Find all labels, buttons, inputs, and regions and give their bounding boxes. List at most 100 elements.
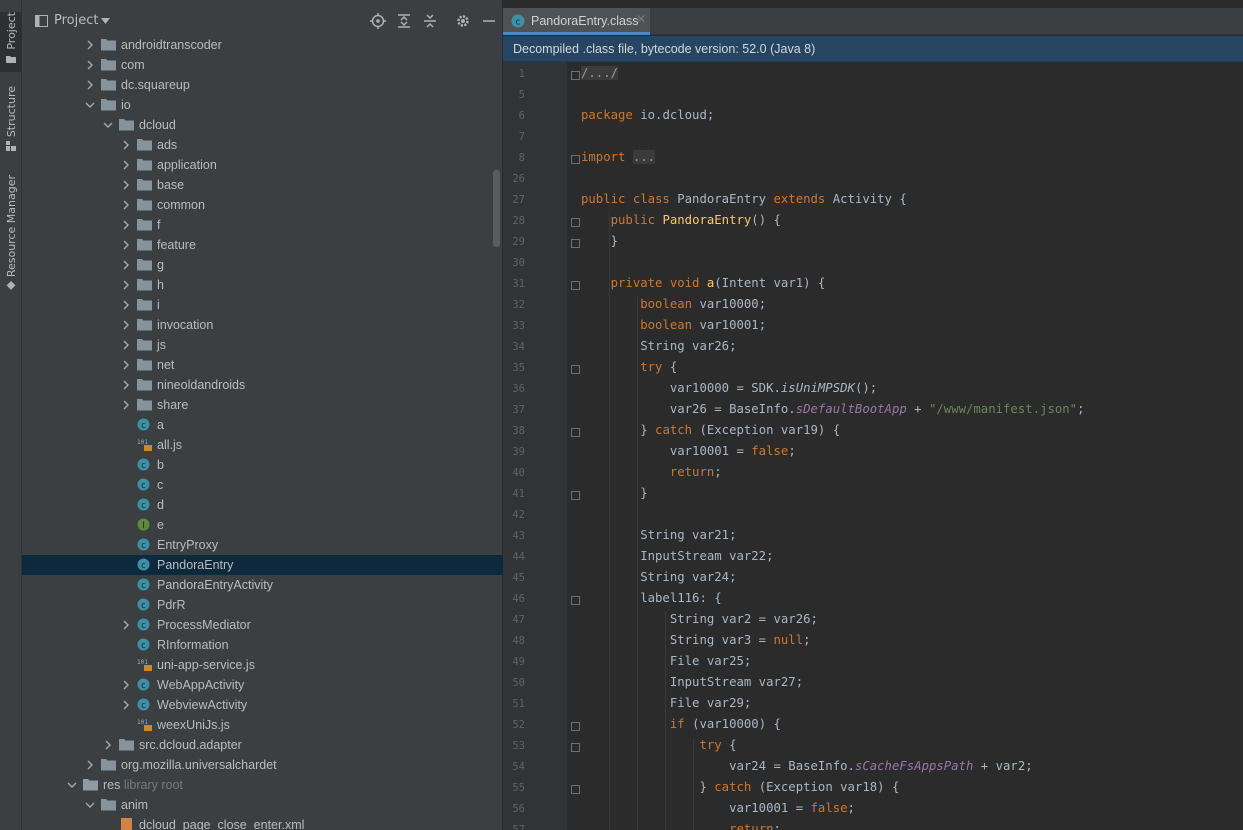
tree-row[interactable]: h xyxy=(22,275,503,295)
chevron-right-icon[interactable] xyxy=(121,340,131,350)
chevron-down-icon[interactable] xyxy=(103,120,113,130)
chevron-right-icon[interactable] xyxy=(121,260,131,270)
tree-row[interactable]: ca xyxy=(22,415,503,435)
tree-row[interactable]: js xyxy=(22,335,503,355)
tree-row[interactable]: cb xyxy=(22,455,503,475)
minimize-icon[interactable] xyxy=(481,13,497,29)
tree-row[interactable]: c WebviewActivity xyxy=(22,695,503,715)
tree-row[interactable]: invocation xyxy=(22,315,503,335)
tree-row[interactable]: io xyxy=(22,95,503,115)
code-token: catch xyxy=(655,423,700,437)
tree-row[interactable]: f xyxy=(22,215,503,235)
code-line: File var29; xyxy=(581,696,751,710)
tree-row[interactable]: c PandoraEntry xyxy=(22,555,503,575)
tree-row[interactable]: g xyxy=(22,255,503,275)
project-tool-button[interactable]: Project xyxy=(0,12,22,72)
project-tree-scrollbar[interactable] xyxy=(493,170,500,247)
tree-row[interactable]: com xyxy=(22,55,503,75)
chevron-right-icon[interactable] xyxy=(121,620,131,630)
chevron-right-icon[interactable] xyxy=(121,160,131,170)
tree-row[interactable]: dcloud_page_close_enter.xml xyxy=(22,815,503,830)
chevron-right-icon[interactable] xyxy=(121,400,131,410)
chevron-right-icon[interactable] xyxy=(121,180,131,190)
tree-row[interactable]: ads xyxy=(22,135,503,155)
tree-row[interactable]: c ProcessMediator xyxy=(22,615,503,635)
tree-row[interactable]: org.mozilla.universalchardet xyxy=(22,755,503,775)
expand-all-icon[interactable] xyxy=(396,13,412,29)
code-token: try xyxy=(699,738,730,752)
tree-item-name: org.mozilla.universalchardet xyxy=(121,758,277,772)
class-icon: c xyxy=(137,598,150,611)
chevron-right-icon[interactable] xyxy=(85,60,95,70)
tree-row[interactable]: 101 uni-app-service.js xyxy=(22,655,503,675)
tree-row[interactable]: share xyxy=(22,395,503,415)
chevron-right-icon[interactable] xyxy=(121,700,131,710)
chevron-down-icon[interactable] xyxy=(85,800,95,810)
tree-row[interactable]: Ie xyxy=(22,515,503,535)
chevron-right-icon[interactable] xyxy=(121,360,131,370)
tree-row[interactable]: base xyxy=(22,175,503,195)
tree-row[interactable]: anim xyxy=(22,795,503,815)
tree-row[interactable]: c PdrR xyxy=(22,595,503,615)
code-line: package io.dcloud; xyxy=(581,108,714,122)
chevron-right-icon[interactable] xyxy=(121,680,131,690)
chevron-right-icon[interactable] xyxy=(121,380,131,390)
chevron-right-icon[interactable] xyxy=(85,760,95,770)
tree-row[interactable]: c EntryProxy xyxy=(22,535,503,555)
chevron-right-icon[interactable] xyxy=(85,80,95,90)
tree-row[interactable]: dc.squareup xyxy=(22,75,503,95)
project-panel-title[interactable]: Project xyxy=(54,13,98,28)
tree-row[interactable]: dcloud xyxy=(22,115,503,135)
code-view[interactable]: /.../ package io.dcloud; import ... public … xyxy=(503,62,1243,830)
chevron-right-icon[interactable] xyxy=(121,220,131,230)
tab-pandoraentry-class[interactable]: c PandoraEntry.class ✕ xyxy=(503,8,650,35)
tree-row[interactable]: androidtranscoder xyxy=(22,35,503,55)
close-icon[interactable]: ✕ xyxy=(636,12,646,26)
chevron-right-icon[interactable] xyxy=(121,140,131,150)
code-token: var10001 = xyxy=(581,801,811,815)
chevron-down-icon[interactable] xyxy=(67,780,77,790)
svg-text:c: c xyxy=(516,18,521,28)
tree-row[interactable]: src.dcloud.adapter xyxy=(22,735,503,755)
locate-icon[interactable] xyxy=(370,13,386,29)
tree-row[interactable]: cc xyxy=(22,475,503,495)
svg-text:c: c xyxy=(141,501,146,511)
chevron-right-icon[interactable] xyxy=(121,280,131,290)
tree-row[interactable]: feature xyxy=(22,235,503,255)
tree-row[interactable]: nineoldandroids xyxy=(22,375,503,395)
chevron-right-icon[interactable] xyxy=(121,240,131,250)
structure-tool-button[interactable]: Structure xyxy=(0,86,22,154)
code-token: return xyxy=(669,465,715,479)
chevron-right-icon[interactable] xyxy=(121,200,131,210)
tree-row[interactable]: 101 all.js xyxy=(22,435,503,455)
chevron-down-icon[interactable] xyxy=(101,18,110,24)
resource-manager-tool-button[interactable]: Resource Manager xyxy=(0,175,22,290)
tree-row[interactable]: c PandoraEntryActivity xyxy=(22,575,503,595)
chevron-right-icon[interactable] xyxy=(121,320,131,330)
tree-row[interactable]: c WebAppActivity xyxy=(22,675,503,695)
gear-icon[interactable] xyxy=(455,13,471,29)
code-token: ; xyxy=(847,801,855,815)
tree-item-name: base xyxy=(157,178,185,192)
tree-row[interactable]: net xyxy=(22,355,503,375)
chevron-right-icon[interactable] xyxy=(121,300,131,310)
collapse-all-icon[interactable] xyxy=(422,13,438,29)
tree-row[interactable]: res library root xyxy=(22,775,503,795)
code-line: boolean var10000; xyxy=(581,297,766,311)
tree-row[interactable]: application xyxy=(22,155,503,175)
chevron-down-icon[interactable] xyxy=(85,100,95,110)
resource-manager-icon xyxy=(6,281,16,290)
tree-row[interactable]: 101 weexUniJs.js xyxy=(22,715,503,735)
tree-row[interactable]: c RInformation xyxy=(22,635,503,655)
chevron-right-icon[interactable] xyxy=(85,40,95,50)
tree-row[interactable]: common xyxy=(22,195,503,215)
tree-row[interactable]: i xyxy=(22,295,503,315)
folder-icon xyxy=(119,739,134,751)
chevron-right-icon[interactable] xyxy=(103,740,113,750)
code-token: package xyxy=(581,108,641,122)
tree-item-label: org.mozilla.universalchardet xyxy=(121,758,277,772)
tree-row[interactable]: cd xyxy=(22,495,503,515)
tree-item-name: share xyxy=(157,398,189,412)
